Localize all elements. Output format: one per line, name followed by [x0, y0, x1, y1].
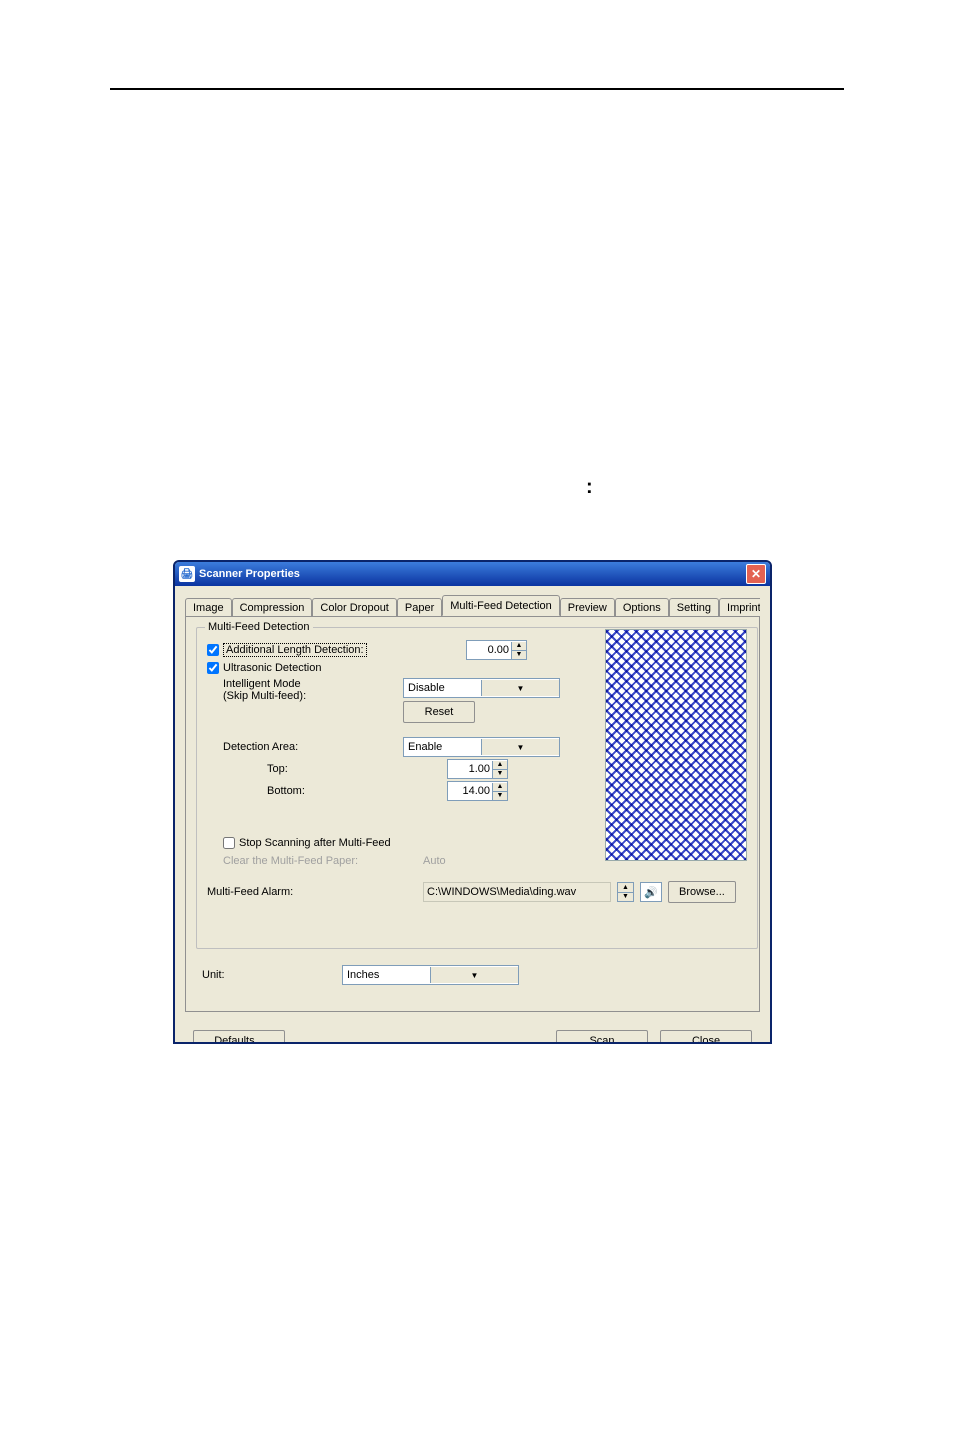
- close-icon[interactable]: ✕: [746, 564, 766, 584]
- multi-feed-group: Multi-Feed Detection Additional Length D…: [196, 627, 758, 949]
- scan-button[interactable]: Scan: [556, 1030, 648, 1044]
- unit-label: Unit:: [196, 969, 342, 981]
- tab-image[interactable]: Image: [185, 598, 232, 616]
- clear-multifeed-label: Clear the Multi-Feed Paper:: [223, 855, 423, 867]
- bottom-spinner[interactable]: ▲▼: [447, 781, 508, 801]
- chevron-down-icon[interactable]: ▼: [481, 739, 559, 755]
- speaker-icon[interactable]: 🔊: [640, 882, 662, 902]
- spinner-down-icon[interactable]: ▼: [511, 650, 526, 659]
- alarm-path-field[interactable]: C:\WINDOWS\Media\ding.wav: [423, 882, 611, 902]
- tab-setting[interactable]: Setting: [669, 598, 719, 616]
- spinner-up-icon[interactable]: ▲: [511, 642, 526, 650]
- top-spinner[interactable]: ▲▼: [447, 759, 508, 779]
- stop-scanning-label: Stop Scanning after Multi-Feed: [239, 837, 391, 849]
- chevron-down-icon[interactable]: ▼: [481, 680, 559, 696]
- scanner-properties-dialog: 🖨 Scanner Properties ✕ Image Compression…: [173, 560, 772, 1044]
- detection-area-value: Enable: [404, 741, 481, 753]
- additional-length-checkbox[interactable]: [207, 644, 219, 656]
- tab-options[interactable]: Options: [615, 598, 669, 616]
- tabstrip: Image Compression Color Dropout Paper Mu…: [185, 594, 760, 616]
- tab-preview[interactable]: Preview: [560, 598, 615, 616]
- tab-multi-feed-detection[interactable]: Multi-Feed Detection: [442, 595, 560, 616]
- tab-imprinter[interactable]: Imprinter: [719, 598, 760, 616]
- spinner-up-icon[interactable]: ▲: [492, 761, 507, 769]
- alarm-label: Multi-Feed Alarm:: [207, 886, 423, 898]
- spinner-down-icon[interactable]: ▼: [618, 892, 633, 902]
- browse-button[interactable]: Browse...: [668, 881, 736, 903]
- detection-area-combo[interactable]: Enable ▼: [403, 737, 560, 757]
- spinner-up-icon[interactable]: ▲: [492, 783, 507, 791]
- ultrasonic-checkbox[interactable]: [207, 662, 219, 674]
- detection-area-label: Detection Area:: [207, 741, 403, 753]
- intelligent-mode-combo[interactable]: Disable ▼: [403, 678, 560, 698]
- intelligent-mode-value: Disable: [404, 682, 481, 694]
- bottom-input[interactable]: [448, 784, 492, 798]
- top-label: Top:: [207, 763, 447, 775]
- tab-panel: Multi-Feed Detection Additional Length D…: [185, 616, 760, 1012]
- ultrasonic-label: Ultrasonic Detection: [223, 662, 321, 674]
- titlebar[interactable]: 🖨 Scanner Properties ✕: [175, 562, 770, 586]
- reset-button[interactable]: Reset: [403, 701, 475, 723]
- spinner-down-icon[interactable]: ▼: [492, 769, 507, 778]
- intelligent-mode-label-2: (Skip Multi-feed):: [223, 690, 403, 702]
- intelligent-mode-label-1: Intelligent Mode: [223, 678, 403, 690]
- scanner-icon: 🖨: [179, 566, 195, 582]
- window-title: Scanner Properties: [199, 568, 746, 580]
- top-input[interactable]: [448, 762, 492, 776]
- additional-length-spinner[interactable]: ▲▼: [466, 640, 527, 660]
- spinner-up-icon[interactable]: ▲: [618, 883, 633, 892]
- page-colon: :: [586, 476, 593, 499]
- additional-length-input[interactable]: [467, 643, 511, 657]
- chevron-down-icon[interactable]: ▼: [430, 967, 518, 983]
- unit-value: Inches: [343, 969, 430, 981]
- spinner-down-icon[interactable]: ▼: [492, 791, 507, 800]
- bottom-label: Bottom:: [207, 785, 447, 797]
- clear-multifeed-value: Auto: [423, 855, 446, 867]
- close-button[interactable]: Close: [660, 1030, 752, 1044]
- group-legend: Multi-Feed Detection: [205, 621, 313, 633]
- tab-compression[interactable]: Compression: [232, 598, 313, 616]
- unit-combo[interactable]: Inches ▼: [342, 965, 519, 985]
- defaults-button[interactable]: Defaults...: [193, 1030, 285, 1044]
- stop-scanning-checkbox[interactable]: [223, 837, 235, 849]
- tab-color-dropout[interactable]: Color Dropout: [312, 598, 396, 616]
- tab-paper[interactable]: Paper: [397, 598, 442, 616]
- volume-spinner[interactable]: ▲ ▼: [617, 882, 634, 902]
- additional-length-label: Additional Length Detection:: [223, 643, 367, 657]
